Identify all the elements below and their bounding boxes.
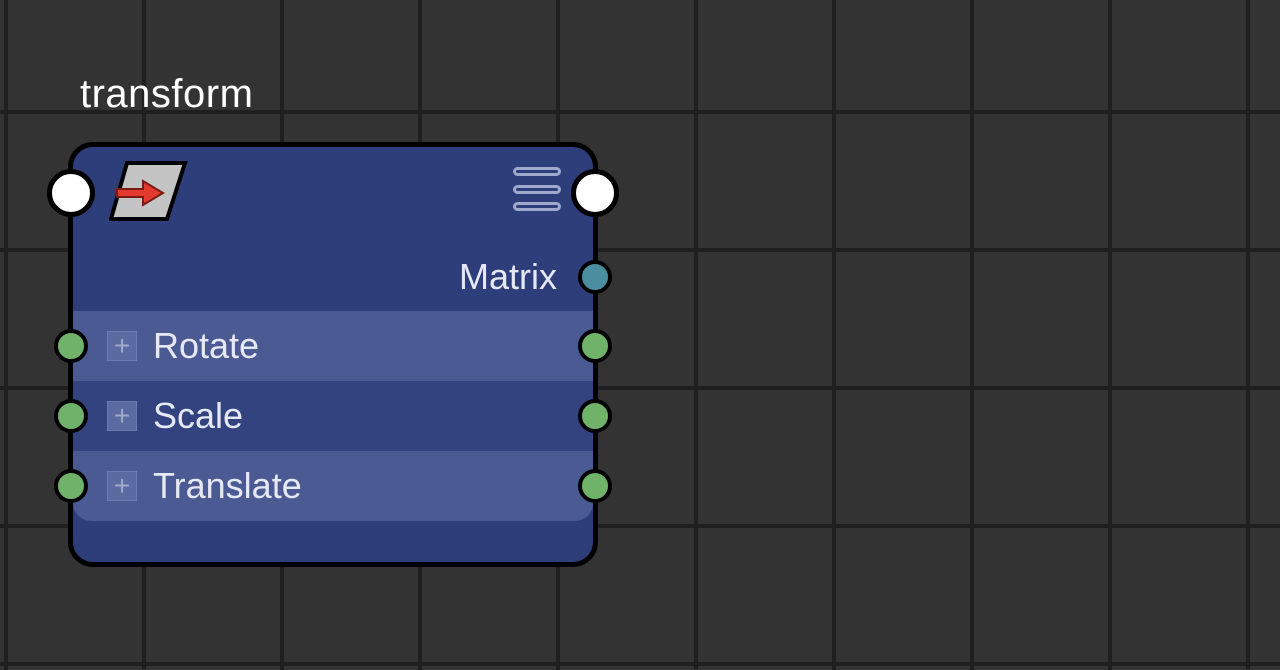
node-header xyxy=(73,147,593,243)
param-row-rotate: + Rotate xyxy=(73,311,593,381)
param-label-translate: Translate xyxy=(153,465,302,507)
param-row-scale: + Scale xyxy=(73,381,593,451)
expand-icon-scale[interactable]: + xyxy=(107,401,137,431)
transform-node[interactable]: Matrix + Rotate + Scale + Translate xyxy=(68,142,598,567)
input-socket-scale[interactable] xyxy=(54,399,88,433)
output-socket-translate[interactable] xyxy=(578,469,612,503)
menu-bar-1 xyxy=(513,167,561,176)
expand-icon-translate[interactable]: + xyxy=(107,471,137,501)
output-row-matrix: Matrix xyxy=(73,243,593,311)
input-socket-rotate[interactable] xyxy=(54,329,88,363)
menu-icon[interactable] xyxy=(513,167,561,211)
param-row-translate: + Translate xyxy=(73,451,593,521)
param-label-scale: Scale xyxy=(153,395,243,437)
node-title: transform xyxy=(80,72,253,117)
menu-bar-3 xyxy=(513,202,561,211)
input-socket-translate[interactable] xyxy=(54,469,88,503)
expand-icon-rotate[interactable]: + xyxy=(107,331,137,361)
param-label-rotate: Rotate xyxy=(153,325,259,367)
menu-bar-2 xyxy=(513,185,561,194)
transform-geometry-icon xyxy=(109,161,189,226)
output-socket-scale[interactable] xyxy=(578,399,612,433)
output-socket-rotate[interactable] xyxy=(578,329,612,363)
node-graph-canvas[interactable]: transform Matrix + xyxy=(0,0,1280,670)
output-socket-matrix[interactable] xyxy=(578,260,612,294)
output-label-matrix: Matrix xyxy=(459,256,557,298)
